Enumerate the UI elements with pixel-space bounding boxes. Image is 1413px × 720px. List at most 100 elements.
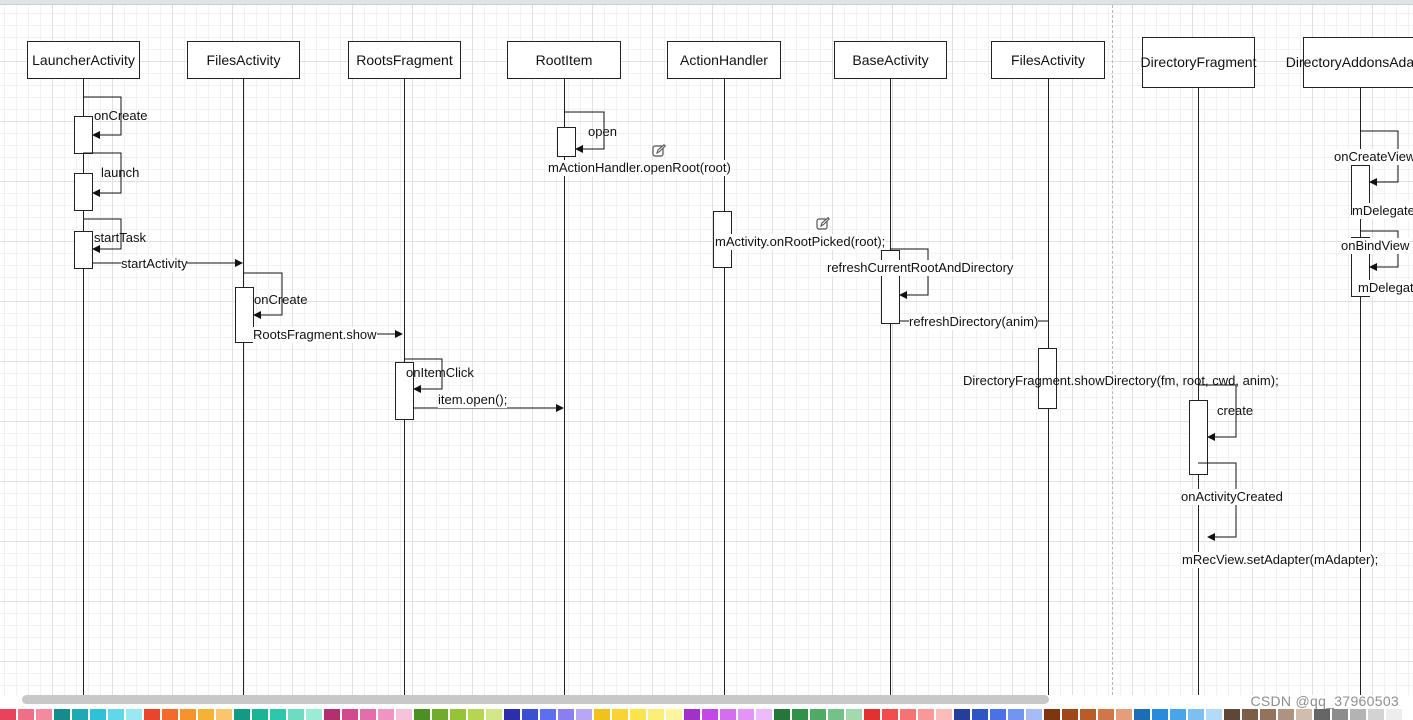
color-swatch[interactable] [990,709,1006,720]
color-swatch[interactable] [342,709,358,720]
color-swatch[interactable] [972,709,988,720]
message-label[interactable]: onActivityCreated [1181,489,1283,505]
color-swatch[interactable] [1206,709,1222,720]
color-swatch[interactable] [810,709,826,720]
color-swatch[interactable] [846,709,862,720]
message-label[interactable]: RootsFragment.show [253,327,377,343]
color-swatch[interactable] [1170,709,1186,720]
color-swatch[interactable] [144,709,160,720]
color-swatch[interactable] [1314,709,1330,720]
color-swatch[interactable] [1242,709,1258,720]
color-swatch[interactable] [918,709,934,720]
color-swatch[interactable] [1134,709,1150,720]
diagram-canvas[interactable]: LauncherActivity FilesActivity RootsFrag… [0,5,1413,695]
color-swatch[interactable] [666,709,682,720]
color-swatch[interactable] [108,709,124,720]
color-swatch[interactable] [1368,709,1384,720]
color-swatch[interactable] [630,709,646,720]
message-label[interactable]: onCreateView [1334,149,1413,165]
color-swatch[interactable] [360,709,376,720]
color-swatch[interactable] [432,709,448,720]
color-swatch[interactable] [252,709,268,720]
color-swatch[interactable] [1260,709,1276,720]
color-swatch[interactable] [396,709,412,720]
color-swatch[interactable] [90,709,106,720]
color-swatch[interactable] [558,709,574,720]
color-swatch[interactable] [936,709,952,720]
color-swatch[interactable] [468,709,484,720]
color-swatch[interactable] [720,709,736,720]
message-label[interactable]: mDelegate [1352,203,1413,219]
message-label[interactable]: mActionHandler.openRoot(root) [548,160,731,176]
color-swatch[interactable] [1296,709,1312,720]
color-swatch[interactable] [36,709,52,720]
color-swatch[interactable] [486,709,502,720]
message-label[interactable]: mRecView.setAdapter(mAdapter); [1182,552,1379,568]
message-label[interactable]: onItemClick [406,365,474,381]
message-label[interactable]: DirectoryFragment.showDirectory(fm, root… [963,373,1279,389]
color-swatch[interactable] [216,709,232,720]
color-swatch[interactable] [324,709,340,720]
message-label[interactable]: refreshCurrentRootAndDirectory [827,260,1014,276]
color-swatch[interactable] [1350,709,1366,720]
color-swatch[interactable] [1026,709,1042,720]
color-swatch[interactable] [0,709,16,720]
color-swatch[interactable] [450,709,466,720]
color-swatch[interactable] [306,709,322,720]
color-swatch[interactable] [126,709,142,720]
color-swatch[interactable] [900,709,916,720]
color-swatch[interactable] [864,709,880,720]
color-swatch[interactable] [828,709,844,720]
color-swatch[interactable] [378,709,394,720]
message-label[interactable]: onCreate [94,108,147,124]
message-label[interactable]: startTask [94,230,146,246]
message-label[interactable]: refreshDirectory(anim) [909,314,1039,330]
color-swatch[interactable] [1152,709,1168,720]
color-swatch[interactable] [234,709,250,720]
color-swatch[interactable] [1386,709,1402,720]
color-swatch[interactable] [648,709,664,720]
color-swatch[interactable] [1080,709,1096,720]
color-swatch[interactable] [54,709,70,720]
color-swatch[interactable] [1044,709,1060,720]
color-swatch[interactable] [684,709,700,720]
message-label[interactable]: create [1217,403,1253,419]
color-swatch[interactable] [1098,709,1114,720]
color-swatch[interactable] [1278,709,1294,720]
color-swatch[interactable] [774,709,790,720]
message-label[interactable]: startActivity [121,256,188,272]
color-swatch[interactable] [522,709,538,720]
color-swatch[interactable] [18,709,34,720]
message-label[interactable]: mDelegate [1358,280,1413,296]
color-swatch[interactable] [414,709,430,720]
color-swatch[interactable] [1188,709,1204,720]
color-swatch[interactable] [1008,709,1024,720]
color-swatch[interactable] [288,709,304,720]
color-swatch[interactable] [576,709,592,720]
color-swatch[interactable] [162,709,178,720]
message-label[interactable]: item.open(); [438,392,508,408]
message-label[interactable]: launch [101,165,139,181]
color-swatch[interactable] [270,709,286,720]
edit-icon[interactable] [652,144,666,158]
color-swatch[interactable] [504,709,520,720]
color-swatch[interactable] [702,709,718,720]
message-label[interactable]: onCreate [254,292,307,308]
color-swatch[interactable] [180,709,196,720]
color-swatch[interactable] [738,709,754,720]
color-swatch[interactable] [882,709,898,720]
color-swatch[interactable] [1116,709,1132,720]
color-swatch[interactable] [198,709,214,720]
message-label[interactable]: mActivity.onRootPicked(root); [715,234,886,250]
horizontal-scrollbar[interactable] [22,695,1049,704]
color-swatch[interactable] [1224,709,1240,720]
color-swatch[interactable] [1332,709,1348,720]
color-swatch[interactable] [1062,709,1078,720]
color-swatch[interactable] [540,709,556,720]
color-swatch[interactable] [72,709,88,720]
message-label[interactable]: onBindView [1341,238,1410,254]
color-palette[interactable] [0,709,1404,720]
color-swatch[interactable] [756,709,772,720]
edit-icon[interactable] [816,217,830,231]
message-label[interactable]: open [588,124,617,140]
